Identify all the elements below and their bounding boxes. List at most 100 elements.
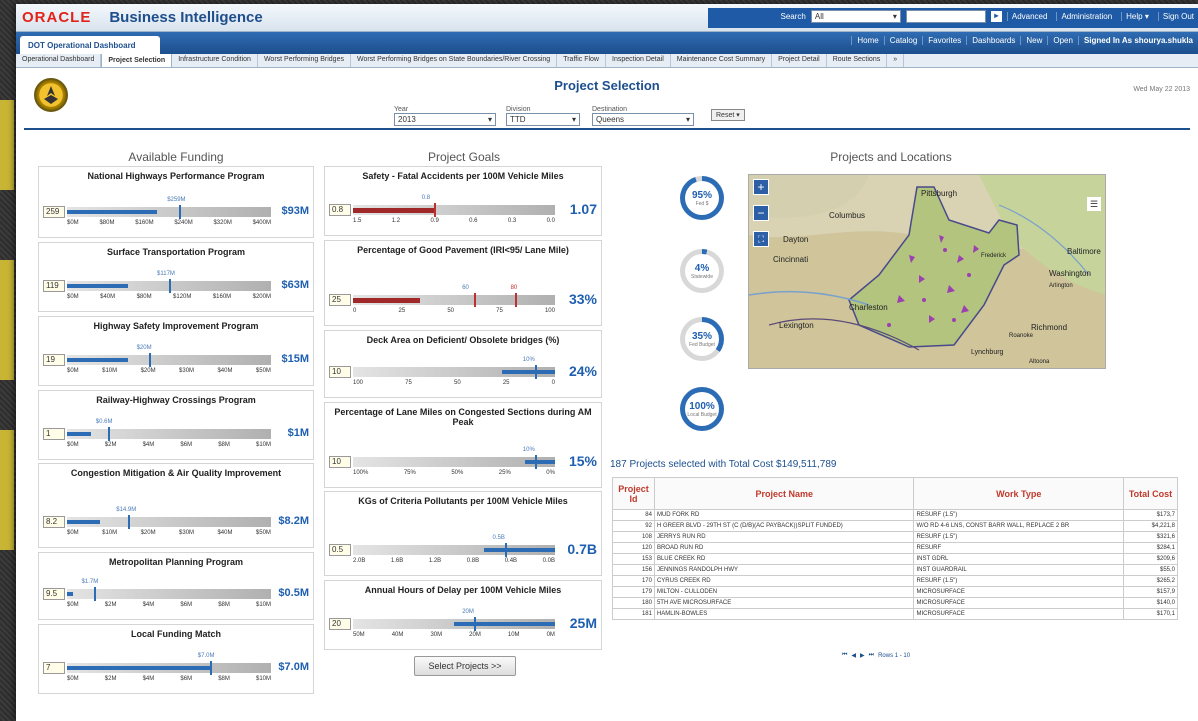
tab-worst-performing-bridges[interactable]: Worst Performing Bridges (258, 54, 351, 67)
reset-button[interactable]: Reset ▾ (711, 109, 745, 121)
destination-select[interactable]: Queens ▾ (592, 113, 694, 126)
home-link[interactable]: Home (851, 36, 883, 45)
table-row[interactable]: 153 BLUE CREEK RD INST GDRL $209,6 (612, 553, 1178, 565)
gauge-axis-tick: $120M (173, 294, 192, 300)
col-header-project-id[interactable]: Project Id (612, 477, 655, 510)
gauge-value-input[interactable]: 25 (329, 294, 351, 306)
search-input[interactable] (905, 10, 986, 23)
dashboard-title-tab[interactable]: DOT Operational Dashboard (20, 36, 160, 54)
gauge-value-input[interactable]: 119 (43, 280, 65, 292)
tab-more[interactable]: » (887, 54, 905, 67)
search-go-icon[interactable]: ▸ (990, 11, 1002, 22)
year-select[interactable]: 2013 ▾ (394, 113, 496, 126)
gauge-target-tick (107, 427, 110, 441)
gauge-value-input[interactable]: 10 (329, 366, 351, 378)
gauge-value-input[interactable]: 259 (43, 206, 65, 218)
gauge-value-input[interactable]: 0.5 (329, 544, 351, 556)
tab-project-detail[interactable]: Project Detail (772, 54, 827, 67)
layers-icon[interactable]: ☰ (1087, 197, 1101, 211)
tab-operational-dashboard[interactable]: Operational Dashboard (16, 54, 102, 67)
tab-worst-bridges-boundaries[interactable]: Worst Performing Bridges on State Bounda… (351, 54, 558, 67)
budget-circle-label: Fed Budget (689, 341, 715, 348)
gauge-axis-tick: $0M (67, 602, 79, 608)
gauge-target-label: 80 (510, 285, 518, 291)
advanced-link[interactable]: Advanced (1006, 12, 1052, 21)
gauge-axis-tick: 2.0B (353, 558, 366, 564)
table-row[interactable]: 92 H GREER BLVD - 29TH ST (C (D/B)(AC PAY… (612, 520, 1178, 532)
col-header-work-type[interactable]: Work Type (913, 477, 1125, 510)
full-extent-icon[interactable]: ⛶ (753, 231, 769, 247)
cell-project-id: 170 (612, 575, 655, 587)
gauge-axis: $0M $10M $20M $30M $40M $50M (67, 368, 271, 374)
gauge-axis: $0M $2M $4M $6M $8M $10M (67, 676, 271, 682)
gauge-axis-tick: $4M (142, 442, 155, 448)
budget-circle-percent: 4% (694, 262, 710, 274)
cell-total-cost: $170,1 (1123, 608, 1178, 620)
gauge-value-input[interactable]: 10 (329, 456, 351, 468)
search-scope-select[interactable]: All ▾ (810, 10, 901, 23)
cell-work-type: RESURF (913, 542, 1125, 554)
gauge-value-input[interactable]: 1 (43, 428, 65, 440)
tab-project-selection[interactable]: Project Selection (101, 54, 173, 67)
gauge-track (353, 455, 555, 469)
administration-link[interactable]: Administration (1056, 12, 1116, 21)
gauge-value-input[interactable]: 9.5 (43, 588, 65, 600)
gauge-target-label: 20M (462, 609, 474, 615)
table-row[interactable]: 84 MUD FORK RD RESURF (1.5") $173,7 (612, 509, 1178, 521)
sign-out-link[interactable]: Sign Out (1157, 12, 1198, 21)
gauge-track (353, 203, 555, 217)
gauge-axis-tick: 1.2B (428, 558, 442, 564)
division-select[interactable]: TTD ▾ (506, 113, 580, 126)
table-row[interactable]: 180 5TH AVE MICROSURFACE MICROSURFACE $140,… (612, 597, 1178, 609)
gauge-current-value: 33% (568, 291, 597, 307)
select-projects-button[interactable]: Select Projects >> (414, 656, 516, 676)
gauge-axis-tick: 30M (430, 632, 443, 638)
budget-circle-inner: 35% Fed Budget (685, 322, 719, 356)
tab-traffic-flow[interactable]: Traffic Flow (557, 54, 606, 67)
prev-page-icon[interactable]: ◀ (851, 652, 856, 659)
signed-in-user[interactable]: Signed In As shourya.shukla (1077, 36, 1198, 45)
projects-map[interactable]: + − ⛶ ☰ Pittsburgh Columbus Dayton Cinci… (748, 174, 1106, 369)
help-menu[interactable]: Help ▾ (1121, 12, 1153, 21)
gauge-current-value: $1M (287, 427, 309, 439)
catalog-link[interactable]: Catalog (883, 36, 923, 45)
gauge-value-input[interactable]: 7 (43, 662, 65, 674)
gauge-current-value: $0.5M (278, 587, 309, 599)
first-page-icon[interactable]: ⏮ (842, 652, 847, 659)
table-row[interactable]: 156 JENNINGS RANDOLPH HWY INST GUARDRAIL $5… (612, 564, 1178, 576)
budget-circle-percent: 100% (689, 400, 715, 412)
new-menu[interactable]: New (1020, 36, 1047, 45)
dashboard-nav-links: Home Catalog Favorites Dashboards New Op… (851, 36, 1198, 45)
map-label: Baltimore (1067, 247, 1101, 256)
cell-project-id: 181 (612, 608, 655, 620)
col-header-total-cost[interactable]: Total Cost (1123, 477, 1178, 510)
gauge-value-input[interactable]: 20 (329, 618, 351, 630)
next-page-icon[interactable]: ▶ (860, 652, 865, 659)
last-page-icon[interactable]: ⏭ (869, 652, 874, 659)
gauge-value-input[interactable]: 19 (43, 354, 65, 366)
gauge-value-input[interactable]: 0.8 (329, 204, 351, 216)
budget-circle-label: Fed $ (695, 200, 709, 207)
gauge-value-input[interactable]: 8.2 (43, 516, 65, 528)
tab-maintenance-cost-summary[interactable]: Maintenance Cost Summary (671, 54, 773, 67)
zoom-out-icon[interactable]: − (753, 205, 769, 221)
col-header-project-name[interactable]: Project Name (653, 477, 915, 510)
favorites-menu[interactable]: Favorites (922, 36, 966, 45)
open-menu[interactable]: Open (1047, 36, 1078, 45)
table-row[interactable]: 108 JERRYS RUN RD RESURF (1.5") $321,6 (612, 531, 1178, 543)
map-label: Frederick (981, 253, 1007, 259)
goal-panel-title: Deck Area on Deficient/ Obsolete bridges… (366, 335, 560, 345)
gauge-axis-tick: 0.0 (546, 218, 555, 224)
dashboards-menu[interactable]: Dashboards (966, 36, 1020, 45)
table-row[interactable]: 181 HAMLIN-BOWLES MICROSURFACE $170,1 (612, 608, 1178, 620)
table-row[interactable]: 170 CYRUS CREEK RD RESURF (1.5") $265,2 (612, 575, 1178, 587)
zoom-in-icon[interactable]: + (753, 179, 769, 195)
goal-panel: Deck Area on Deficient/ Obsolete bridges… (324, 330, 602, 398)
gauge-target-tick (534, 455, 537, 469)
tab-inspection-detail[interactable]: Inspection Detail (606, 54, 671, 67)
tab-infrastructure-condition[interactable]: Infrastructure Condition (172, 54, 258, 67)
table-row[interactable]: 120 BROAD RUN RD RESURF $284,1 (612, 542, 1178, 554)
tab-route-sections[interactable]: Route Sections (827, 54, 888, 67)
table-row[interactable]: 179 MILTON - CULLODEN MICROSURFACE $157,9 (612, 586, 1178, 598)
oracle-logo: ORACLE (22, 9, 92, 26)
